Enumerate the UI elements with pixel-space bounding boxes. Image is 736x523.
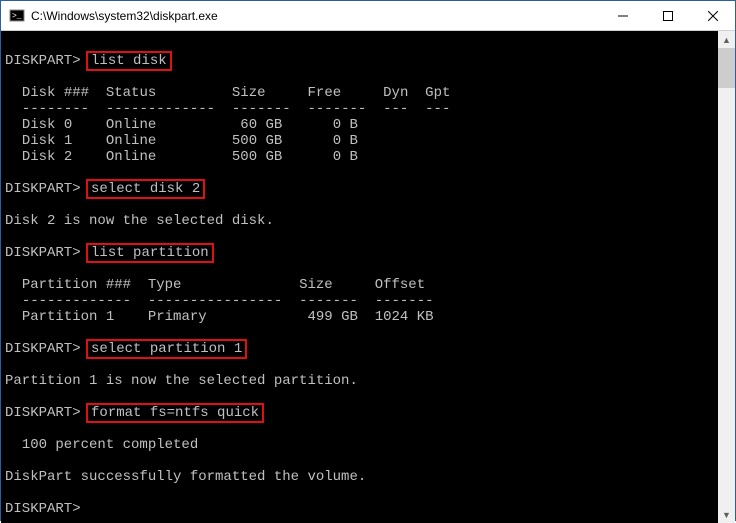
scroll-up-arrow[interactable]: ▲ — [718, 31, 735, 48]
disk-header-col6: Gpt — [425, 85, 450, 101]
terminal-output[interactable]: DISKPART> list disk Disk ### Status Size… — [1, 31, 718, 523]
disk-header-col5: Dyn — [383, 85, 408, 101]
svg-text:>_: >_ — [12, 12, 22, 21]
msg-success: DiskPart successfully formatted the volu… — [5, 469, 366, 485]
scroll-track[interactable] — [718, 88, 735, 506]
part-header-col2: Type — [148, 277, 182, 293]
disk-row-status: Online — [106, 117, 156, 133]
part-row-id: Partition 1 — [22, 309, 114, 325]
close-button[interactable] — [690, 1, 735, 31]
disk-row-size: 60 GB — [232, 117, 282, 133]
cmd-list-disk: list disk — [86, 51, 172, 71]
app-icon: >_ — [9, 8, 25, 24]
part-header-col1: Partition ### — [22, 277, 131, 293]
prompt: DISKPART> — [5, 245, 81, 261]
disk-row-status: Online — [106, 133, 156, 149]
part-row-size: 499 GB — [307, 309, 357, 325]
part-sep-col2: ---------------- — [148, 293, 282, 309]
prompt: DISKPART> — [5, 181, 81, 197]
part-header-col3: Size — [299, 277, 333, 293]
disk-row-id: Disk 1 — [22, 133, 72, 149]
disk-row-free: 0 B — [299, 149, 358, 165]
minimize-button[interactable] — [600, 1, 645, 31]
disk-header-col3: Size — [232, 85, 266, 101]
part-row-offset: 1024 KB — [375, 309, 434, 325]
blank-line — [5, 37, 13, 53]
cmd-select-disk: select disk 2 — [86, 179, 205, 199]
disk-row-free: 0 B — [299, 117, 358, 133]
scroll-down-arrow[interactable]: ▼ — [718, 506, 735, 523]
cmd-format: format fs=ntfs quick — [86, 403, 264, 423]
part-row-type: Primary — [148, 309, 207, 325]
vertical-scrollbar[interactable]: ▲ ▼ — [718, 31, 735, 523]
app-window: >_ C:\Windows\system32\diskpart.exe DISK… — [0, 0, 736, 521]
maximize-button[interactable] — [645, 1, 690, 31]
prompt: DISKPART> — [5, 405, 81, 421]
window-title: C:\Windows\system32\diskpart.exe — [31, 9, 218, 23]
disk-row-id: Disk 2 — [22, 149, 72, 165]
scroll-thumb[interactable] — [718, 48, 735, 88]
disk-row-id: Disk 0 — [22, 117, 72, 133]
disk-sep-col5: --- — [383, 101, 408, 117]
part-sep-col4: ------- — [375, 293, 434, 309]
part-sep-col3: ------- — [299, 293, 358, 309]
disk-sep-col4: ------- — [308, 101, 367, 117]
disk-sep-col1: -------- — [22, 101, 89, 117]
disk-row-free: 0 B — [299, 133, 358, 149]
disk-sep-col6: --- — [425, 101, 450, 117]
disk-sep-col3: ------- — [232, 101, 291, 117]
msg-progress: 100 percent completed — [5, 437, 198, 453]
prompt: DISKPART> — [5, 501, 81, 517]
disk-header-col4: Free — [308, 85, 342, 101]
disk-row-status: Online — [106, 149, 156, 165]
titlebar[interactable]: >_ C:\Windows\system32\diskpart.exe — [1, 1, 735, 31]
disk-header-col1: Disk ### — [22, 85, 89, 101]
disk-row-size: 500 GB — [232, 133, 282, 149]
cmd-select-partition: select partition 1 — [86, 339, 247, 359]
disk-sep-col2: ------------- — [106, 101, 215, 117]
part-sep-col1: ------------- — [22, 293, 131, 309]
msg-disk-selected: Disk 2 is now the selected disk. — [5, 213, 274, 229]
prompt: DISKPART> — [5, 341, 81, 357]
cmd-list-partition: list partition — [86, 243, 214, 263]
part-header-col4: Offset — [375, 277, 425, 293]
disk-row-size: 500 GB — [232, 149, 282, 165]
msg-part-selected: Partition 1 is now the selected partitio… — [5, 373, 358, 389]
client-area: DISKPART> list disk Disk ### Status Size… — [1, 31, 735, 523]
disk-header-col2: Status — [106, 85, 156, 101]
prompt: DISKPART> — [5, 53, 81, 69]
